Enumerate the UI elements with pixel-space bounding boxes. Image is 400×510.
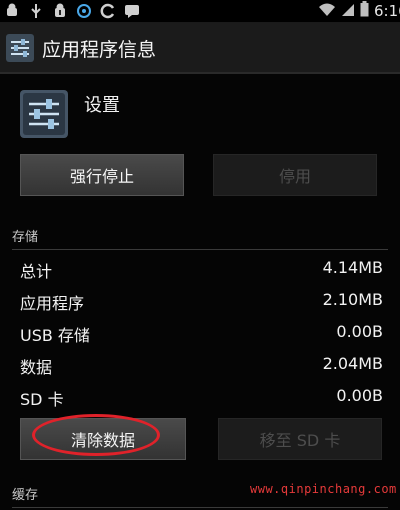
move-to-sd-button[interactable]: 移至 SD 卡	[218, 418, 382, 460]
storage-row-label: 总计	[20, 262, 53, 281]
chat-icon	[124, 3, 140, 19]
storage-row-value: 2.10MB	[322, 290, 383, 309]
status-bar: 6:16	[0, 0, 400, 23]
settings-sliders-icon	[20, 90, 68, 138]
status-time: 6:16	[374, 2, 400, 20]
storage-row-label: 应用程序	[20, 294, 85, 313]
storage-section-header: 存储	[12, 226, 388, 250]
battery-icon	[360, 1, 369, 21]
wifi-icon	[318, 2, 336, 21]
page-title: 应用程序信息	[42, 39, 157, 61]
storage-row-label: 数据	[20, 358, 53, 377]
android-icon	[4, 3, 20, 19]
storage-row-label: SD 卡	[20, 390, 64, 409]
storage-row-value: 0.00B	[336, 386, 383, 405]
action-bar: 应用程序信息	[0, 23, 400, 74]
storage-row: 应用程序 2.10MB	[20, 290, 383, 314]
storage-row-label: USB 存储	[20, 326, 90, 345]
loading-icon	[100, 3, 116, 19]
status-bar-system: 6:16	[318, 0, 400, 22]
storage-row-value: 0.00B	[336, 322, 383, 341]
storage-row: 总计 4.14MB	[20, 258, 383, 282]
usb-icon	[28, 3, 44, 19]
sync-icon	[76, 3, 92, 19]
force-stop-button[interactable]: 强行停止	[20, 154, 184, 196]
storage-row-value: 2.04MB	[322, 354, 383, 373]
storage-row: USB 存储 0.00B	[20, 322, 383, 346]
storage-row-value: 4.14MB	[322, 258, 383, 277]
android-debug-icon	[52, 3, 68, 19]
disable-button[interactable]: 停用	[213, 154, 377, 196]
app-header: 设置	[0, 80, 400, 146]
watermark: www.qinpinchang.com	[250, 482, 397, 496]
app-name: 设置	[84, 95, 120, 116]
signal-icon	[341, 2, 355, 21]
status-bar-notifications	[4, 2, 140, 20]
storage-row: SD 卡 0.00B	[20, 386, 383, 410]
settings-sliders-icon[interactable]	[6, 34, 34, 62]
clear-data-button[interactable]: 清除数据	[20, 418, 186, 460]
storage-row: 数据 2.04MB	[20, 354, 383, 378]
